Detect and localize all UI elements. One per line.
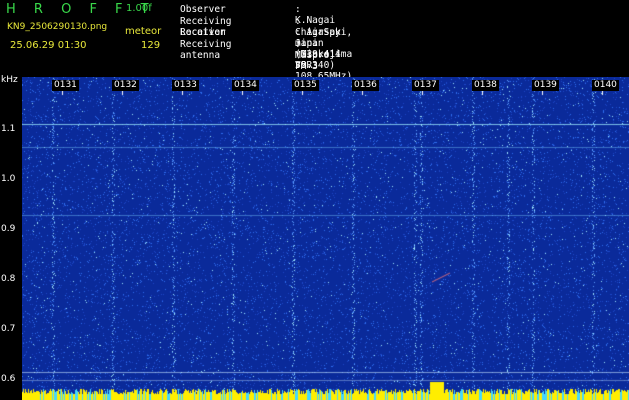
x-tick-label: 0136 [352, 80, 379, 91]
x-tick-label: 0140 [592, 80, 619, 91]
header-bar: H R O F F T 1.00f KN9_2506290130.png met… [0, 0, 629, 82]
x-tick-label: 0137 [412, 80, 439, 91]
x-tick-label: 0133 [172, 80, 199, 91]
info-value: : Maspro FM-3 [295, 38, 330, 72]
x-tick-label: 0138 [472, 80, 499, 91]
version-label: 1.00f [126, 3, 152, 14]
timestamp-label: 25.06.29 01:30 [10, 40, 87, 51]
y-tick-label: 0.6 [1, 374, 16, 384]
y-axis: 1.1 1.0 0.9 0.8 0.7 0.6 [0, 77, 22, 400]
x-tick-label: 0135 [292, 80, 319, 91]
spectrogram-plot [22, 77, 629, 400]
y-tick-label: 0.7 [1, 324, 16, 334]
y-tick-label: 0.8 [1, 274, 16, 284]
y-axis-unit: kHz [1, 75, 18, 85]
info-label: Observer [180, 4, 226, 15]
y-tick-label: 1.1 [1, 124, 16, 134]
x-tick-label: 0131 [52, 80, 79, 91]
spectrogram-canvas [22, 77, 629, 400]
y-tick-label: 0.9 [1, 224, 16, 234]
count-label: 129 [141, 40, 161, 51]
info-label: Receiving antenna [180, 38, 232, 61]
filename-label: KN9_2506290130.png [7, 22, 108, 32]
x-tick-label: 0139 [532, 80, 559, 91]
info-label: Receiver [180, 27, 226, 38]
mode-label: meteor [125, 26, 162, 37]
x-tick-label: 0134 [232, 80, 259, 91]
x-tick-label: 0132 [112, 80, 139, 91]
y-tick-label: 1.0 [1, 174, 16, 184]
